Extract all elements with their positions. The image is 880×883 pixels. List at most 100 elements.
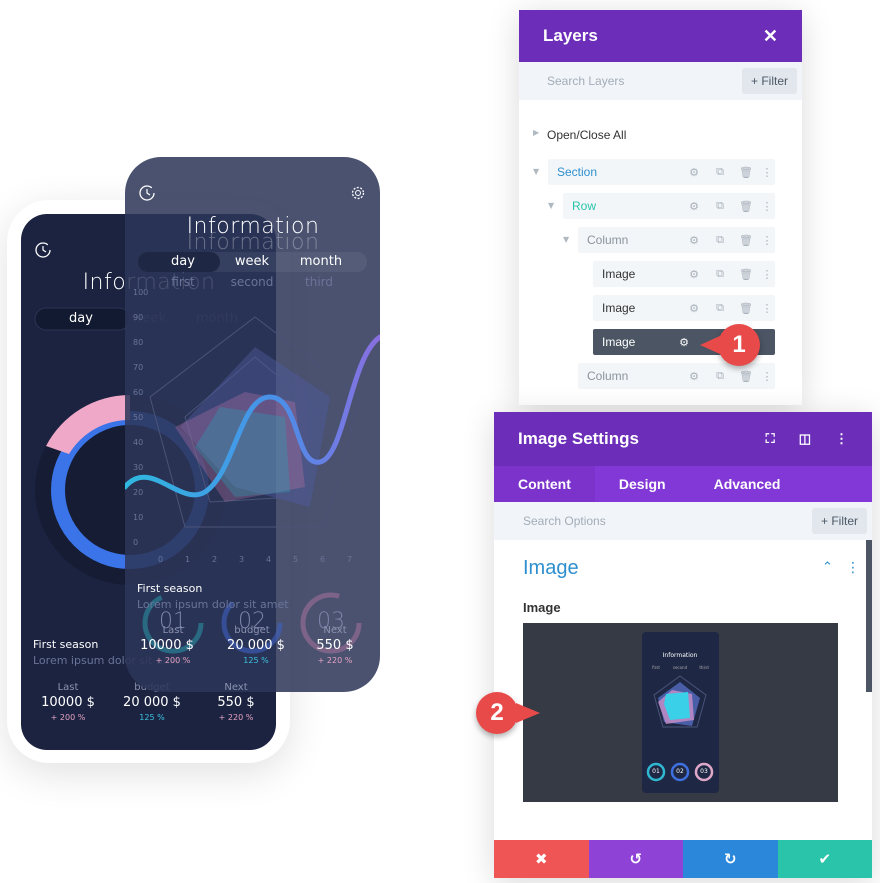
trash-icon[interactable]: 🗑 bbox=[733, 370, 759, 383]
redo-button[interactable]: ↻ bbox=[683, 840, 778, 878]
settings-icon[interactable]: ⚙ bbox=[681, 234, 707, 247]
front-stat-value: 550 $ bbox=[316, 638, 354, 653]
trash-icon[interactable]: 🗑 bbox=[733, 302, 759, 315]
settings-icon[interactable]: ⚙ bbox=[681, 268, 707, 281]
y-tick-label: 100 bbox=[133, 288, 149, 297]
layer-item-image[interactable]: Image ⚙ ⧉ 🗑 ⋮ bbox=[593, 261, 775, 287]
tab-design[interactable]: Design bbox=[595, 466, 690, 502]
settings-icon[interactable]: ⚙ bbox=[681, 302, 707, 315]
layer-item-column[interactable]: Column ⚙ ⧉ 🗑 ⋮ bbox=[578, 227, 775, 253]
trash-icon[interactable]: 🗑 bbox=[733, 200, 759, 213]
layer-actions: ⚙ ⧉ 🗑 ⋮ bbox=[681, 261, 775, 287]
y-tick-label: 40 bbox=[133, 438, 144, 447]
layer-label: Row bbox=[572, 199, 597, 213]
front-subtab[interactable]: third bbox=[305, 275, 333, 289]
more-icon[interactable]: ⋮ bbox=[759, 234, 775, 247]
front-tab-week[interactable]: week bbox=[235, 254, 269, 269]
y-tick-label: 60 bbox=[133, 388, 144, 397]
duplicate-icon[interactable]: ⧉ bbox=[707, 268, 733, 281]
layer-label: Image bbox=[602, 335, 636, 349]
settings-search[interactable]: Search Options + Filter bbox=[494, 502, 872, 540]
front-subtab[interactable]: second bbox=[231, 275, 274, 289]
collapse-chevron-icon[interactable]: ⌃ bbox=[822, 560, 833, 575]
collapse-arrow-icon[interactable]: ▼ bbox=[548, 201, 554, 210]
tab-content[interactable]: Content bbox=[494, 466, 595, 502]
collapse-arrow-icon[interactable]: ▼ bbox=[563, 235, 569, 244]
more-icon[interactable]: ⋮ bbox=[759, 166, 775, 179]
layers-search[interactable]: Search Layers + Filter bbox=[519, 62, 802, 100]
filter-button[interactable]: + Filter bbox=[811, 508, 867, 534]
duplicate-icon[interactable]: ⧉ bbox=[707, 166, 733, 179]
more-icon[interactable]: ⋮ bbox=[759, 302, 775, 315]
duplicate-icon[interactable]: ⧉ bbox=[707, 234, 733, 247]
settings-icon[interactable]: ⚙ bbox=[681, 200, 707, 213]
expand-arrow-icon[interactable]: ▶ bbox=[533, 128, 539, 137]
layer-label: Image bbox=[602, 301, 636, 315]
back-stat-label: Last bbox=[57, 682, 79, 693]
trash-icon[interactable]: 🗑 bbox=[733, 166, 759, 179]
settings-icon[interactable]: ⚙ bbox=[681, 166, 707, 179]
layer-item-image[interactable]: Image ⚙ ⧉ 🗑 ⋮ bbox=[593, 295, 775, 321]
trash-icon[interactable]: 🗑 bbox=[733, 234, 759, 247]
filter-button[interactable]: + Filter bbox=[741, 68, 797, 94]
collapse-arrow-icon[interactable]: ▼ bbox=[533, 167, 539, 176]
layer-actions: ⚙ ⧉ 🗑 ⋮ bbox=[681, 193, 775, 219]
front-stat-pct: 125 % bbox=[243, 656, 269, 665]
undo-button[interactable]: ↺ bbox=[588, 840, 683, 878]
layer-label: Column bbox=[587, 369, 629, 383]
front-tab-month[interactable]: month bbox=[300, 254, 342, 269]
split-view-icon[interactable]: ◫ bbox=[799, 431, 811, 447]
front-stat-label: budget bbox=[234, 625, 270, 636]
duplicate-icon[interactable]: ⧉ bbox=[707, 200, 733, 213]
settings-icon[interactable]: ⚙ bbox=[671, 336, 697, 349]
layer-actions: ⚙ ⧉ 🗑 ⋮ bbox=[681, 363, 775, 389]
save-button[interactable]: ✔ bbox=[777, 840, 872, 878]
layers-search-input[interactable]: Search Layers bbox=[547, 74, 624, 88]
more-icon[interactable]: ⋮ bbox=[759, 200, 775, 213]
callout-2: 2 bbox=[476, 692, 518, 734]
fullscreen-icon[interactable]: ⛶ bbox=[766, 431, 775, 447]
thumb-title: Information bbox=[662, 652, 698, 659]
y-tick-label: 30 bbox=[133, 463, 144, 472]
gear-icon bbox=[351, 186, 365, 200]
history-icon bbox=[35, 242, 51, 258]
scrollbar[interactable] bbox=[866, 540, 872, 692]
more-options-icon[interactable]: ⋮ bbox=[835, 431, 848, 447]
open-close-all[interactable]: Open/Close All bbox=[547, 128, 626, 142]
thumb-tab: second bbox=[672, 665, 688, 670]
front-tab-day[interactable]: day bbox=[171, 254, 195, 269]
layer-actions: ⚙ ⧉ 🗑 ⋮ bbox=[681, 295, 775, 321]
section-options-icon[interactable]: ⋮ bbox=[846, 560, 860, 576]
y-tick-label: 80 bbox=[133, 338, 144, 347]
tab-advanced[interactable]: Advanced bbox=[690, 466, 805, 502]
x-tick-label: 6 bbox=[320, 555, 326, 564]
trash-icon[interactable]: 🗑 bbox=[733, 268, 759, 281]
close-icon[interactable]: ✕ bbox=[763, 26, 778, 47]
duplicate-icon[interactable]: ⧉ bbox=[707, 370, 733, 383]
image-section-title[interactable]: Image bbox=[523, 557, 579, 580]
layer-item-row[interactable]: Row ⚙ ⧉ 🗑 ⋮ bbox=[563, 193, 775, 219]
duplicate-icon[interactable]: ⧉ bbox=[707, 302, 733, 315]
back-stat-pct: 125 % bbox=[139, 713, 165, 722]
more-icon[interactable]: ⋮ bbox=[759, 370, 775, 383]
back-season-title: First season bbox=[33, 638, 99, 651]
image-upload-preview[interactable]: Information first second third 01 02 03 bbox=[523, 623, 838, 802]
x-tick-label: 4 bbox=[266, 555, 272, 564]
x-tick-label: 2 bbox=[212, 555, 218, 564]
settings-icon[interactable]: ⚙ bbox=[681, 370, 707, 383]
front-subtab[interactable]: first bbox=[171, 275, 194, 289]
image-field-label: Image bbox=[523, 600, 561, 615]
layer-item-column[interactable]: Column ⚙ ⧉ 🗑 ⋮ bbox=[578, 363, 775, 389]
image-settings-panel: Image Settings ⛶ ◫ ⋮ Content Design Adva… bbox=[494, 412, 872, 878]
back-stat-value: 10000 $ bbox=[41, 695, 95, 710]
front-title-echo: Information bbox=[186, 230, 320, 255]
layer-item-section[interactable]: Section ⚙ ⧉ 🗑 ⋮ bbox=[548, 159, 775, 185]
cancel-button[interactable]: ✖ bbox=[494, 840, 589, 878]
settings-search-input[interactable]: Search Options bbox=[523, 514, 606, 528]
front-stat-pct: + 220 % bbox=[317, 656, 353, 665]
settings-header: Image Settings ⛶ ◫ ⋮ bbox=[494, 412, 872, 466]
back-tab-day[interactable]: day bbox=[69, 311, 93, 326]
front-stat-pct: + 200 % bbox=[155, 656, 191, 665]
y-tick-label: 20 bbox=[133, 488, 144, 497]
more-icon[interactable]: ⋮ bbox=[759, 268, 775, 281]
